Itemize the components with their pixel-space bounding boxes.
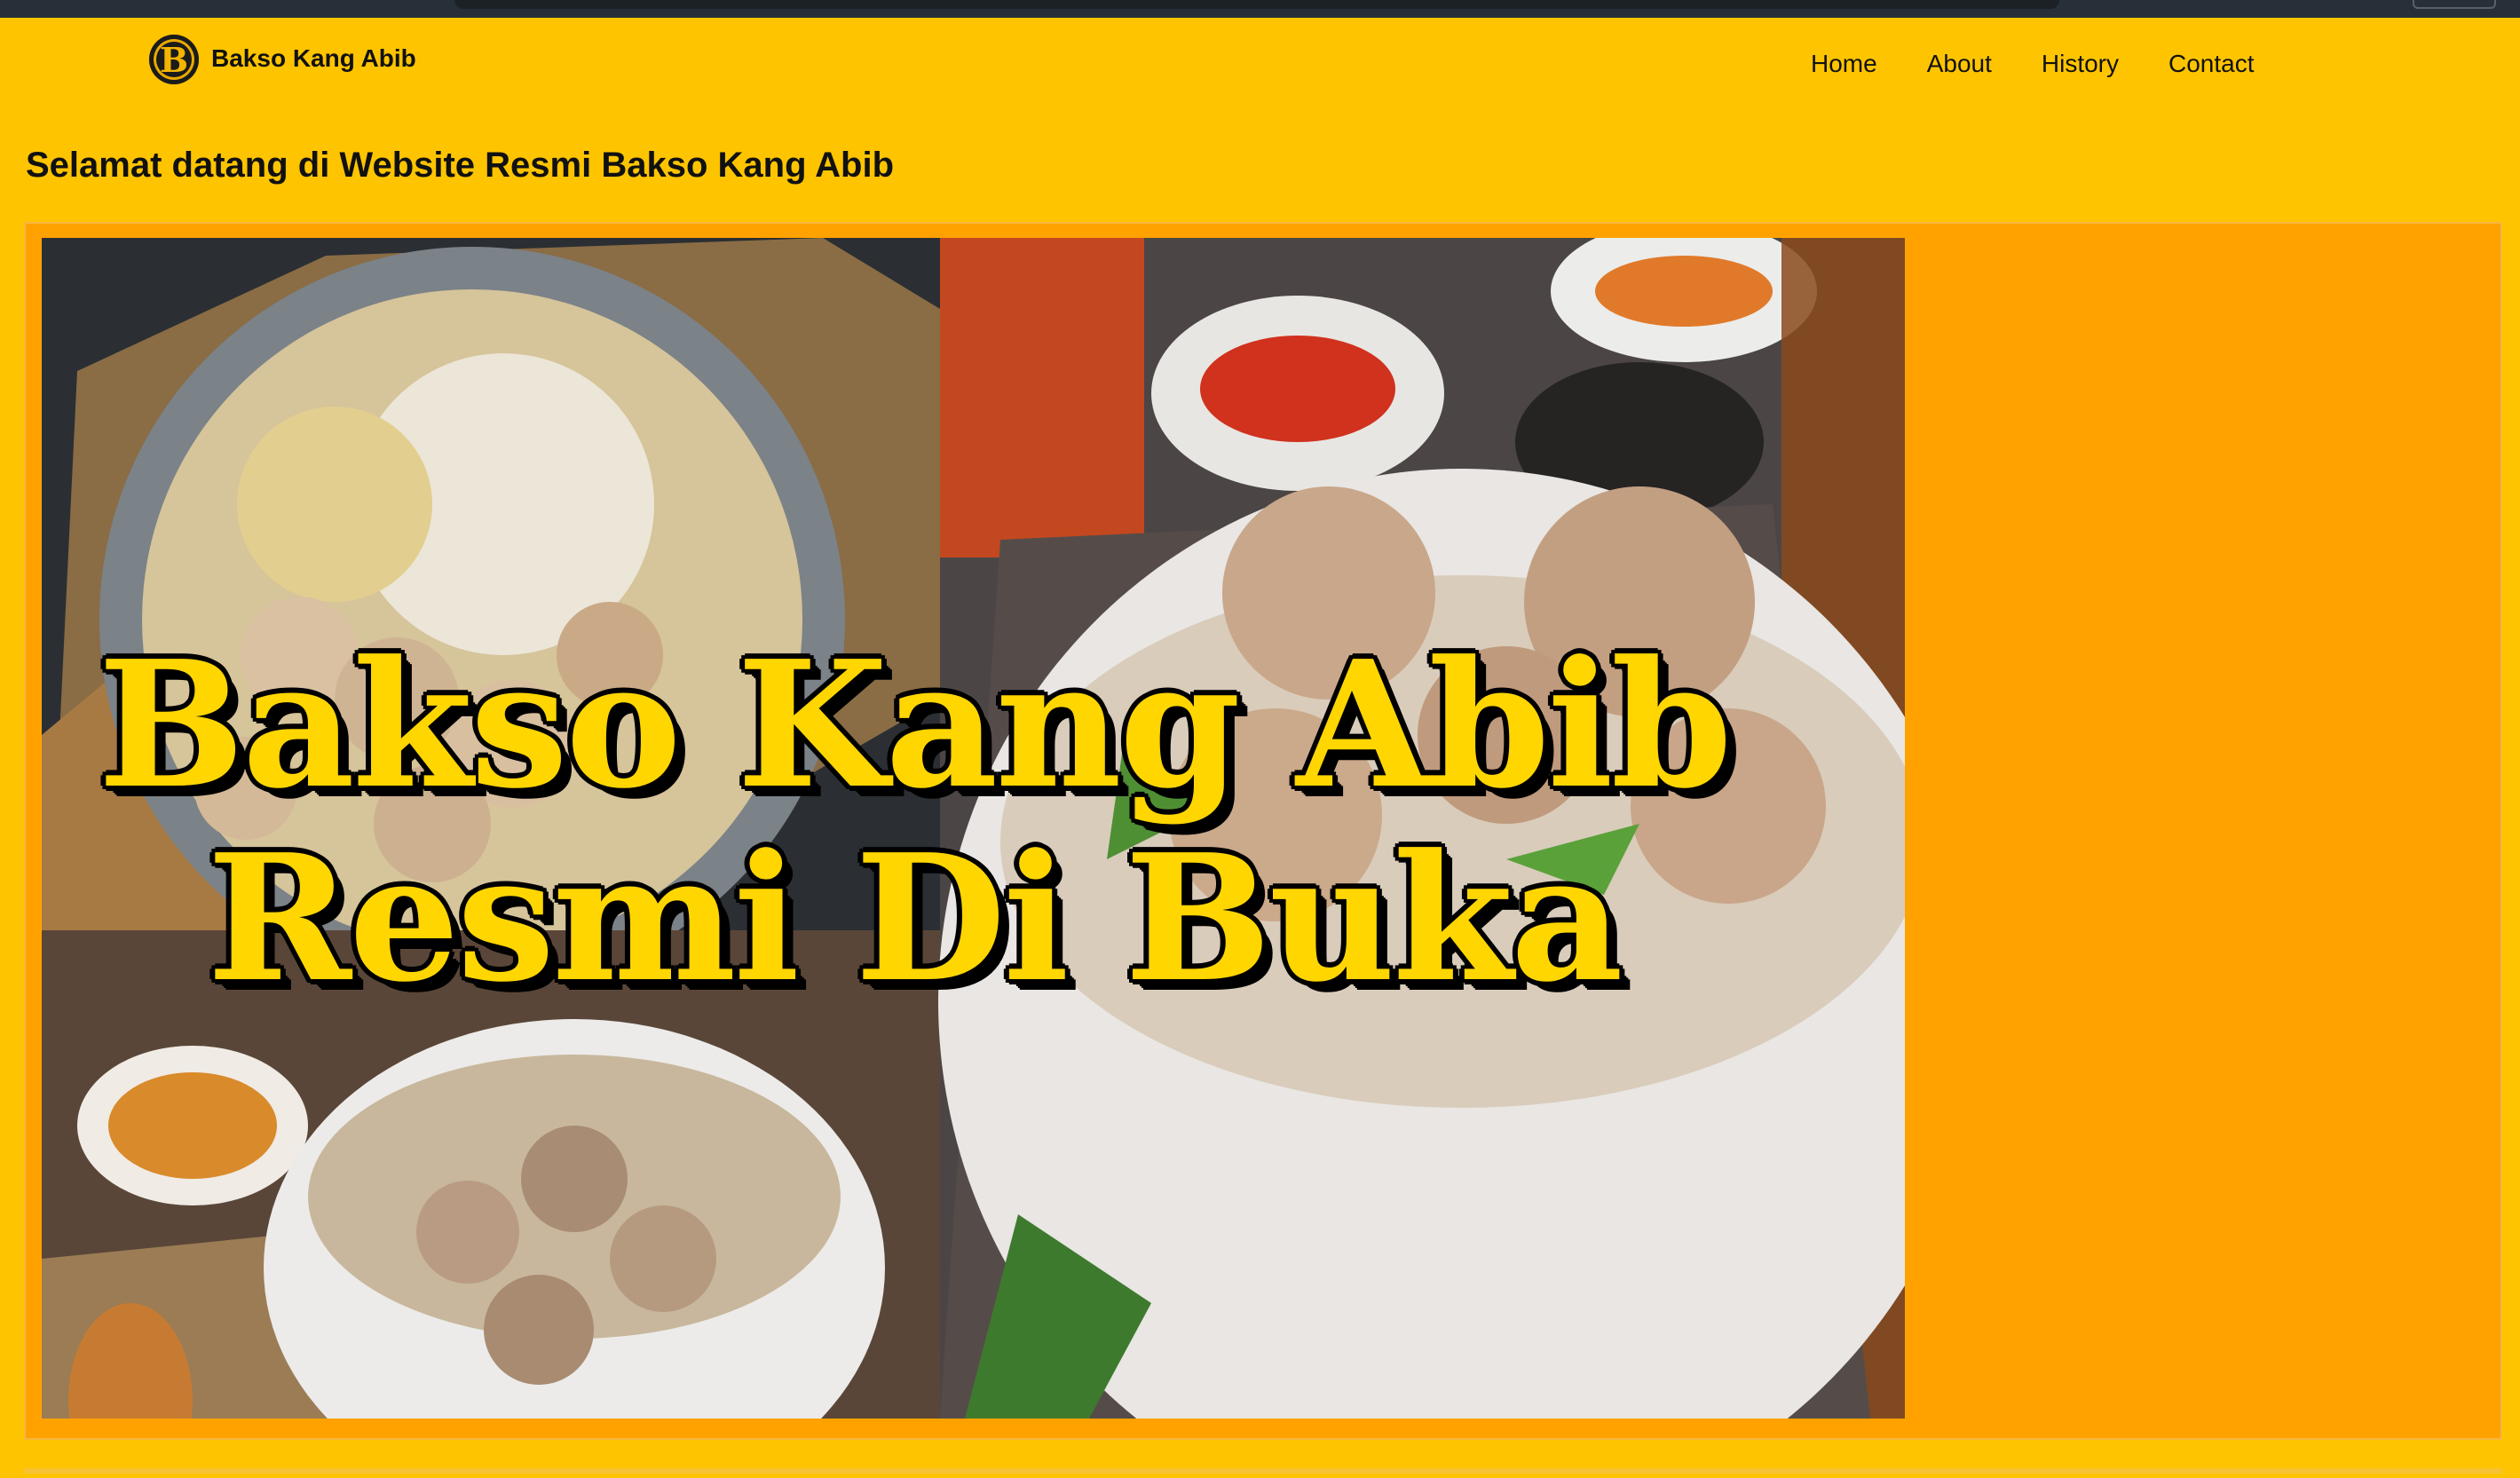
nav-contact[interactable]: Contact — [2168, 50, 2255, 78]
hero-title: Bakso Kang Abib Resmi Di Buka — [42, 628, 1786, 1016]
section-divider — [24, 1468, 2502, 1474]
nav-about[interactable]: About — [1927, 50, 1992, 78]
logo-letter: B — [159, 40, 189, 80]
main-nav: Home About History Contact — [1811, 50, 2304, 78]
welcome-heading: Selamat datang di Website Resmi Bakso Ka… — [26, 146, 895, 185]
window-control[interactable] — [2413, 0, 2496, 9]
nav-history[interactable]: History — [2042, 50, 2119, 78]
logo-icon[interactable]: B — [149, 35, 199, 84]
hero-image: Bakso Kang Abib Resmi Di Buka — [42, 238, 1905, 1419]
browser-chrome — [0, 0, 2520, 18]
hero-title-line-2: Resmi Di Buka — [207, 817, 1623, 1021]
nav-home[interactable]: Home — [1811, 50, 1877, 78]
brand-name[interactable]: Bakso Kang Abib — [211, 44, 416, 73]
address-bar[interactable] — [454, 0, 2059, 9]
hero-title-line-1: Bakso Kang Abib — [98, 623, 1733, 827]
